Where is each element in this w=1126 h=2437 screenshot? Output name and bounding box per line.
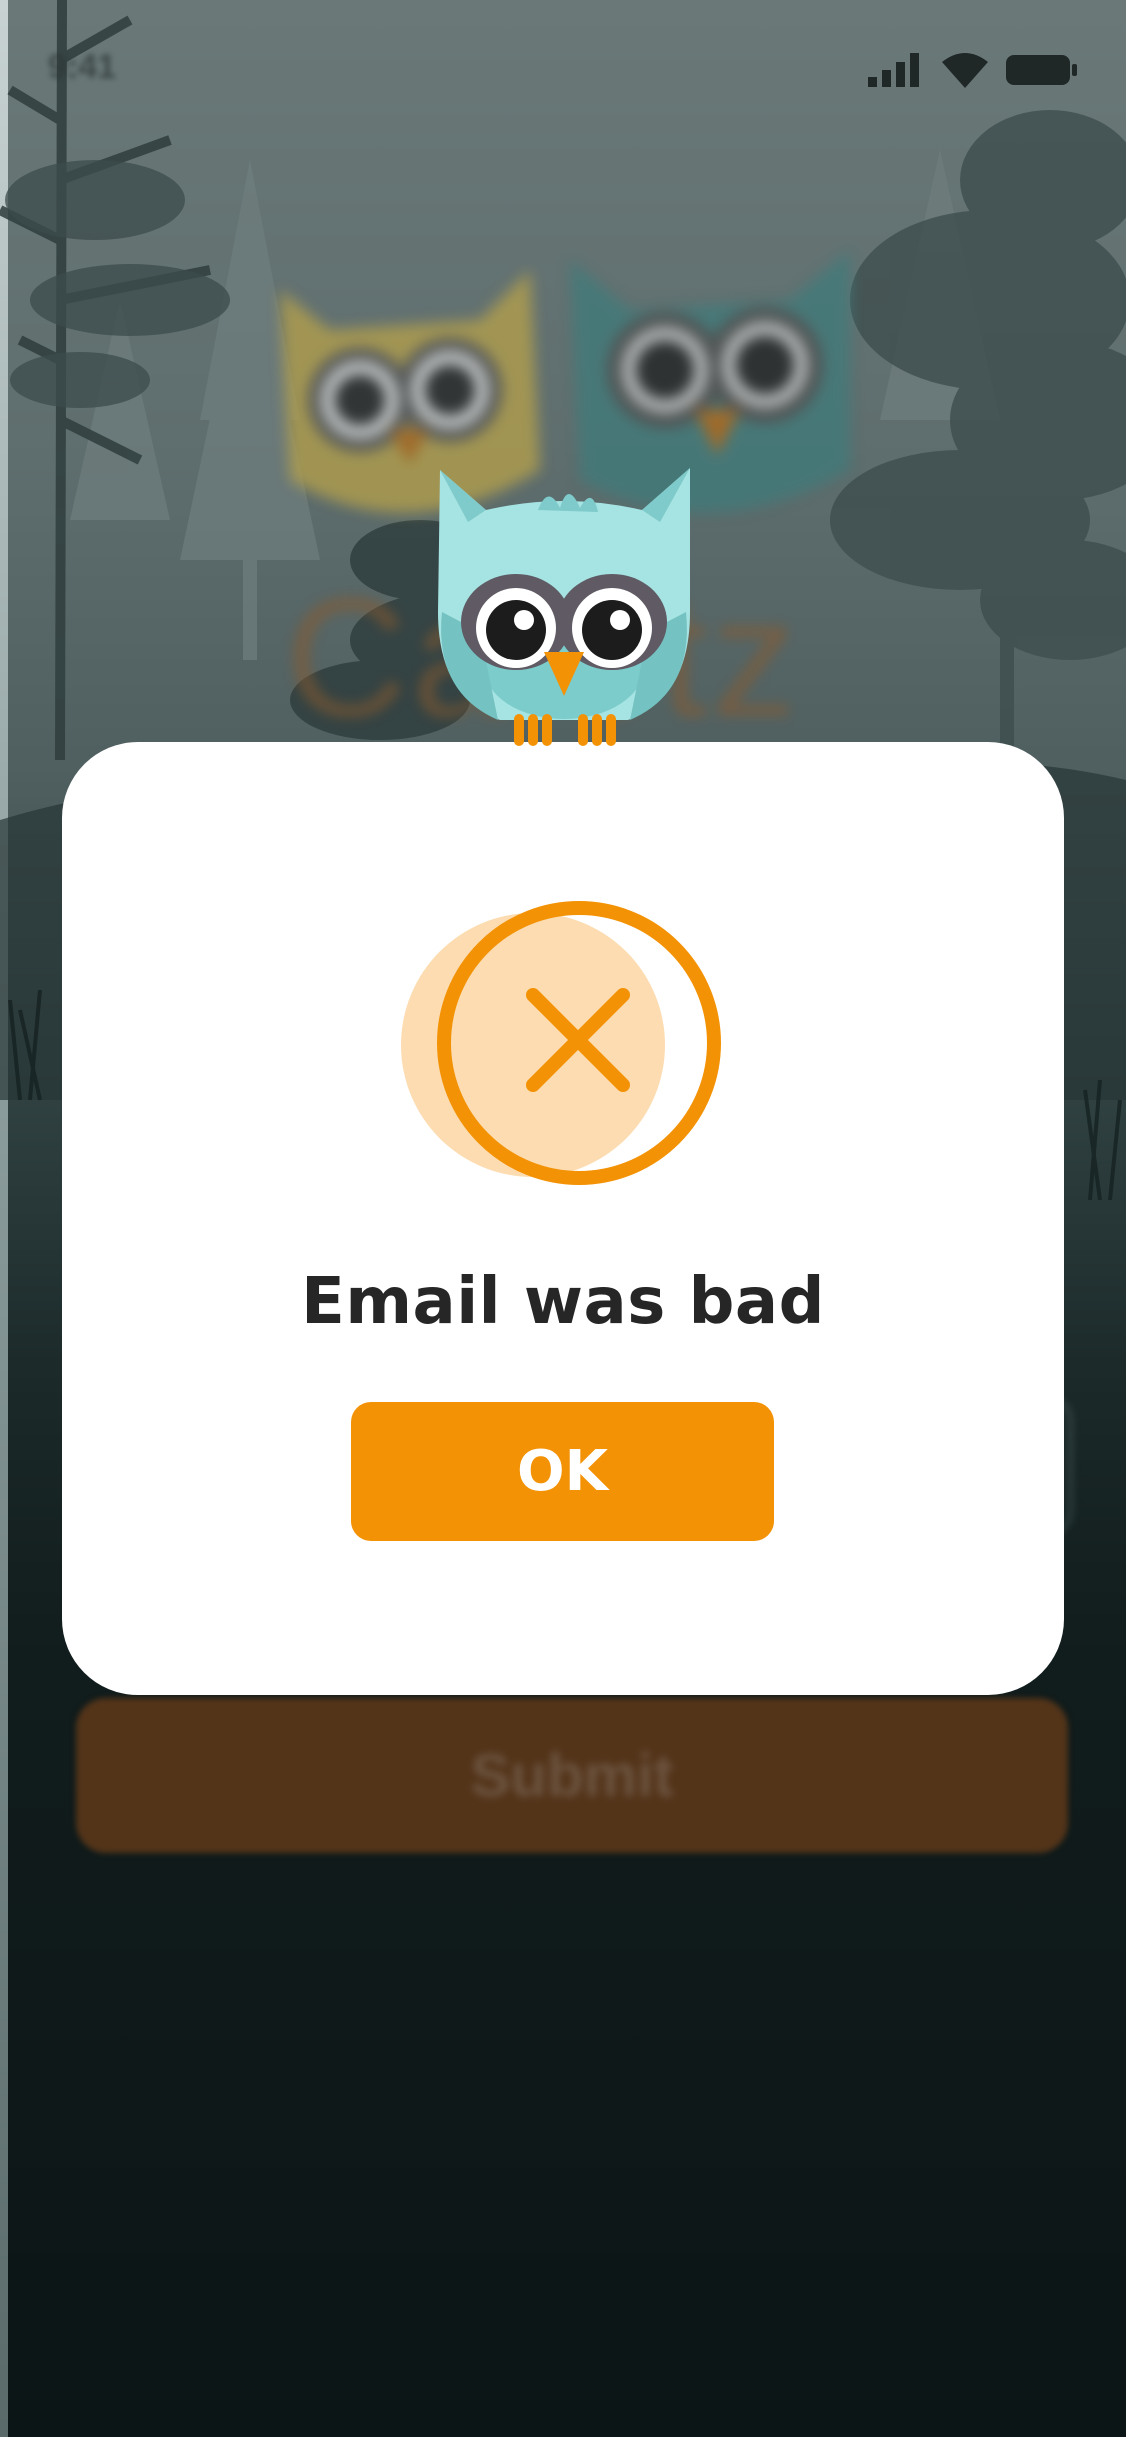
error-x-icon xyxy=(401,901,721,1185)
dialog-message: Email was bad xyxy=(301,1265,825,1339)
owl-icon xyxy=(438,468,690,746)
ok-button[interactable]: OK xyxy=(351,1402,774,1541)
status-icons xyxy=(868,52,1078,88)
error-dialog xyxy=(62,742,1064,1695)
wifi-icon xyxy=(942,53,988,88)
signal-icon xyxy=(868,53,919,87)
submit-button-label: Submit xyxy=(470,1742,674,1809)
battery-icon xyxy=(1006,55,1077,85)
status-time: 9:41 xyxy=(48,48,117,86)
submit-button-background: Submit xyxy=(76,1698,1068,1853)
status-bar: 9:41 xyxy=(0,0,1126,140)
